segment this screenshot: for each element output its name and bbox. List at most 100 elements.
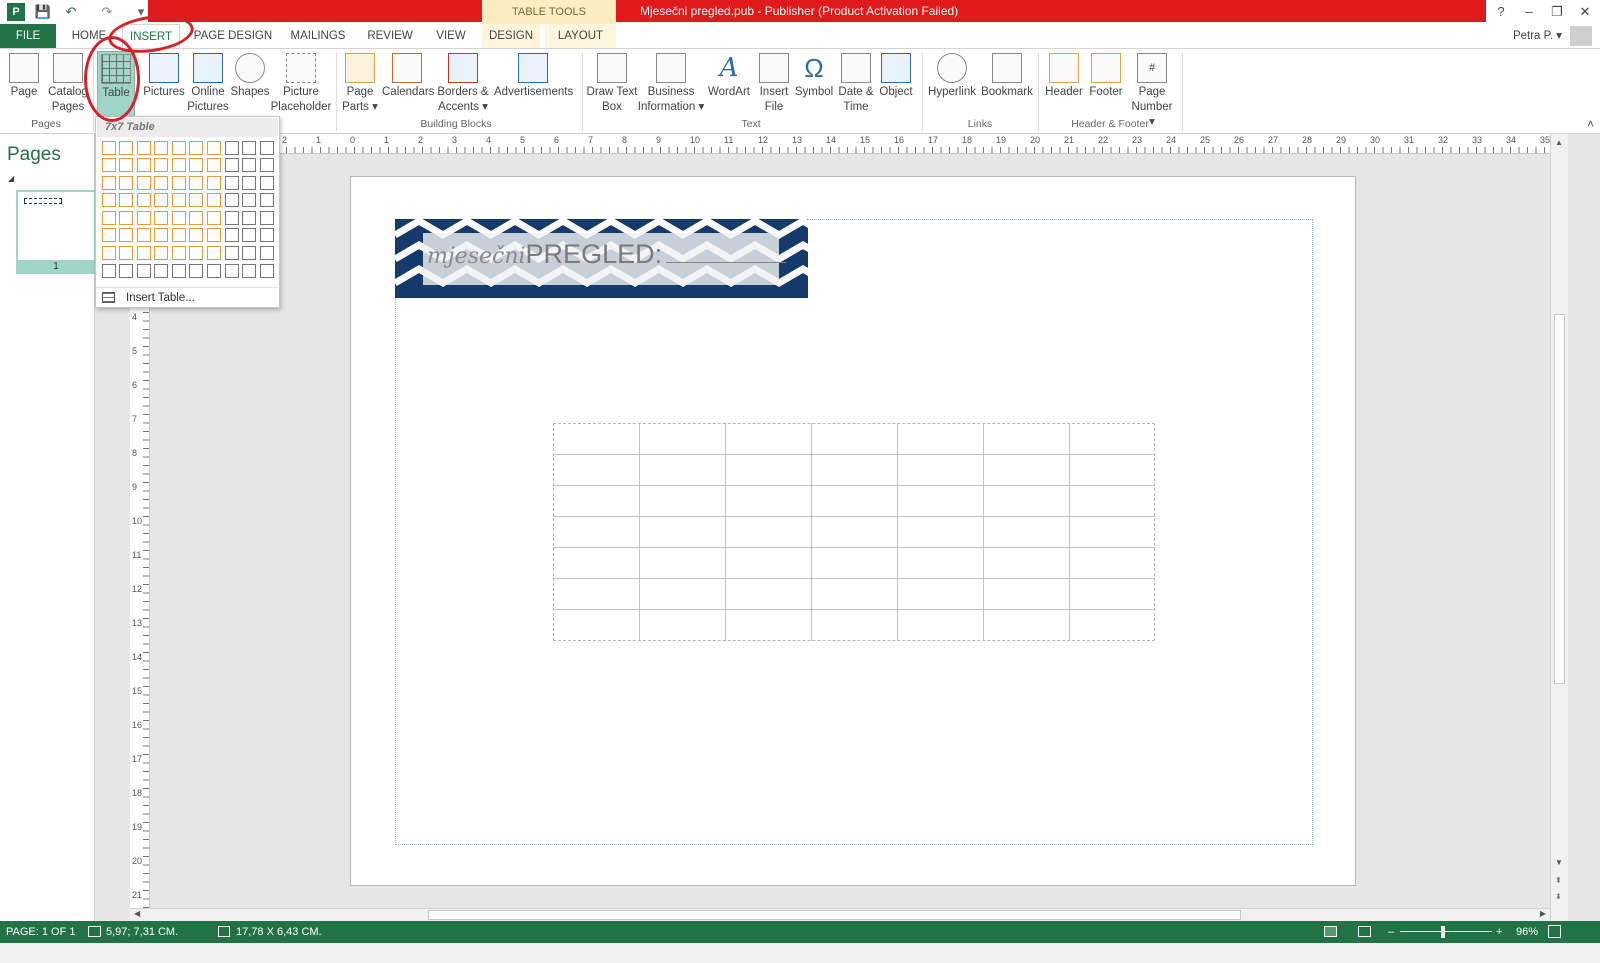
table-size-cell[interactable] xyxy=(189,246,204,261)
object-button[interactable]: Object xyxy=(876,51,916,117)
scroll-up-icon[interactable]: ▲ xyxy=(1555,138,1563,147)
table-size-cell[interactable] xyxy=(101,140,116,155)
table-size-cell[interactable] xyxy=(101,175,116,190)
table-size-cell[interactable] xyxy=(171,158,186,173)
table-size-cell[interactable] xyxy=(101,228,116,243)
table-size-cell[interactable] xyxy=(224,158,239,173)
next-page-icon[interactable]: ⇟ xyxy=(1555,892,1562,901)
footer-button[interactable]: Footer xyxy=(1086,51,1126,117)
table-size-cell[interactable] xyxy=(207,140,222,155)
user-account[interactable]: Petra P. ▾ xyxy=(1513,28,1562,42)
zoom-out-icon[interactable]: – xyxy=(1388,921,1394,943)
table-size-cell[interactable] xyxy=(207,210,222,225)
table-size-cell[interactable] xyxy=(224,175,239,190)
draw-text-box-button[interactable]: Draw Text Box xyxy=(586,51,638,117)
restore-button[interactable]: ❐ xyxy=(1546,2,1568,22)
table-size-cell[interactable] xyxy=(259,193,274,208)
table-size-cell[interactable] xyxy=(242,193,257,208)
table-size-cell[interactable] xyxy=(259,246,274,261)
table-size-cell[interactable] xyxy=(224,263,239,278)
online-pictures-button[interactable]: Online Pictures xyxy=(186,51,230,117)
table-size-cell[interactable] xyxy=(119,140,134,155)
scroll-down-icon[interactable]: ▼ xyxy=(1555,858,1563,867)
table-size-cell[interactable] xyxy=(154,175,169,190)
borders-accents-button[interactable]: Borders & Accents ▾ xyxy=(436,51,490,117)
insert-table-menu-item[interactable]: Insert Table... xyxy=(100,289,276,307)
tab-view[interactable]: VIEW xyxy=(428,24,474,48)
table-size-cell[interactable] xyxy=(224,193,239,208)
inserted-table[interactable] xyxy=(553,423,1155,641)
table-size-cell[interactable] xyxy=(242,140,257,155)
calendars-button[interactable]: Calendars xyxy=(382,51,434,117)
table-size-cell[interactable] xyxy=(189,210,204,225)
table-size-cell[interactable] xyxy=(207,246,222,261)
bookmark-button[interactable]: Bookmark xyxy=(980,51,1034,117)
table-size-cell[interactable] xyxy=(101,193,116,208)
table-size-cell[interactable] xyxy=(136,228,151,243)
table-size-cell[interactable] xyxy=(207,263,222,278)
vertical-scroll-thumb[interactable] xyxy=(1554,314,1565,684)
tab-design[interactable]: DESIGN xyxy=(482,24,540,48)
header-button[interactable]: Header xyxy=(1042,51,1086,117)
business-information-button[interactable]: Business Information ▾ xyxy=(636,51,706,117)
collapse-ribbon-icon[interactable]: ˄ xyxy=(1587,117,1594,131)
table-size-cell[interactable] xyxy=(189,158,204,173)
table-size-cell[interactable] xyxy=(242,228,257,243)
table-size-cell[interactable] xyxy=(136,210,151,225)
page-button[interactable]: Page xyxy=(4,51,44,117)
advertisements-button[interactable]: Advertisements xyxy=(494,51,573,117)
table-size-cell[interactable] xyxy=(259,228,274,243)
table-size-cell[interactable] xyxy=(242,246,257,261)
scroll-right-icon[interactable]: ▶ xyxy=(1540,909,1546,918)
table-size-cell[interactable] xyxy=(101,210,116,225)
avatar[interactable] xyxy=(1570,26,1592,46)
table-size-cell[interactable] xyxy=(171,246,186,261)
picture-placeholder-button[interactable]: Picture Placeholder xyxy=(270,51,332,117)
scroll-left-icon[interactable]: ◀ xyxy=(134,909,140,918)
table-size-cell[interactable] xyxy=(171,193,186,208)
two-page-view-icon[interactable] xyxy=(1358,926,1371,937)
table-size-cell[interactable] xyxy=(136,175,151,190)
vertical-scrollbar[interactable]: ▲ ▼ ⇞ ⇟ xyxy=(1550,134,1568,921)
horizontal-scroll-thumb[interactable] xyxy=(428,910,1241,920)
tab-layout[interactable]: LAYOUT xyxy=(545,24,616,48)
table-size-cell[interactable] xyxy=(136,158,151,173)
table-size-cell[interactable] xyxy=(259,158,274,173)
zoom-in-icon[interactable]: + xyxy=(1496,921,1502,943)
horizontal-ruler[interactable]: 2 1 0 1 2 3 4 5 6 7 8 9 10 11 12 13 14 15 16 17 18 19 20 21 22 23… xyxy=(150,134,1550,154)
table-size-cell[interactable] xyxy=(119,193,134,208)
table-size-cell[interactable] xyxy=(242,158,257,173)
table-size-cell[interactable] xyxy=(259,140,274,155)
page-number-button[interactable]: # Page Number ▾ xyxy=(1128,51,1176,128)
help-button[interactable]: ? xyxy=(1490,2,1512,22)
table-size-cell[interactable] xyxy=(207,175,222,190)
header-banner[interactable]: mjesečniPREGLED: xyxy=(395,219,808,298)
table-size-cell[interactable] xyxy=(224,140,239,155)
table-size-cell[interactable] xyxy=(171,263,186,278)
table-size-cell[interactable] xyxy=(189,263,204,278)
save-icon[interactable]: 💾 xyxy=(34,3,52,21)
table-size-cell[interactable] xyxy=(189,175,204,190)
table-size-grid[interactable] xyxy=(100,139,276,280)
table-size-cell[interactable] xyxy=(119,263,134,278)
table-size-cell[interactable] xyxy=(224,210,239,225)
zoom-slider[interactable] xyxy=(1400,931,1492,932)
table-size-cell[interactable] xyxy=(259,263,274,278)
table-size-cell[interactable] xyxy=(136,140,151,155)
table-size-cell[interactable] xyxy=(154,263,169,278)
table-size-cell[interactable] xyxy=(101,246,116,261)
table-size-cell[interactable] xyxy=(154,210,169,225)
page-count-status[interactable]: PAGE: 1 OF 1 xyxy=(6,921,76,943)
zoom-level[interactable]: 96% xyxy=(1516,921,1538,943)
tab-page-design[interactable]: PAGE DESIGN xyxy=(190,24,276,48)
table-size-cell[interactable] xyxy=(189,193,204,208)
single-page-view-icon[interactable] xyxy=(1324,926,1337,937)
table-size-cell[interactable] xyxy=(171,140,186,155)
table-size-cell[interactable] xyxy=(154,140,169,155)
insert-file-button[interactable]: Insert File xyxy=(756,51,792,117)
table-size-cell[interactable] xyxy=(136,263,151,278)
table-size-cell[interactable] xyxy=(136,246,151,261)
table-size-cell[interactable] xyxy=(119,158,134,173)
table-size-cell[interactable] xyxy=(119,228,134,243)
table-size-cell[interactable] xyxy=(207,158,222,173)
